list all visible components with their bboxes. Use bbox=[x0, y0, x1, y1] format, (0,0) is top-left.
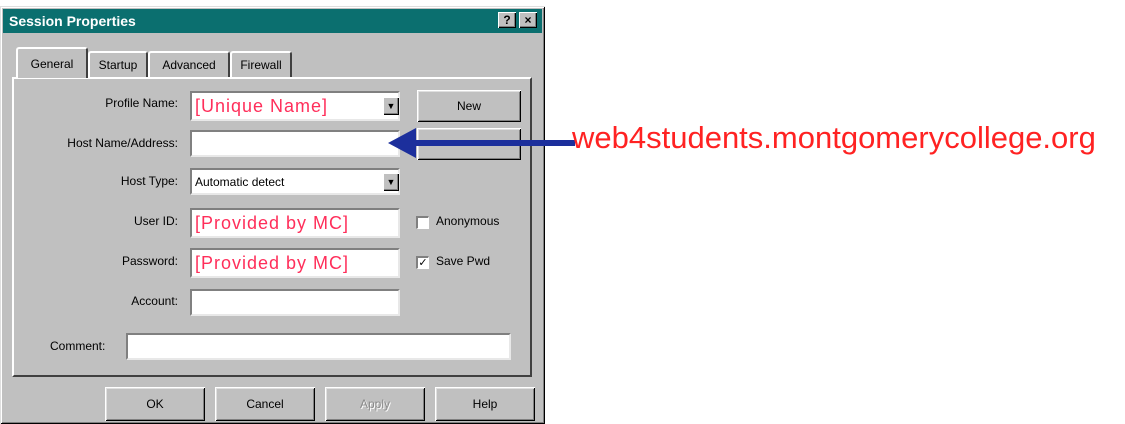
cancel-button[interactable]: Cancel bbox=[215, 387, 315, 421]
profile-name-value: [Unique Name] bbox=[195, 95, 329, 116]
session-properties-dialog: Session Properties ? × General Startup A… bbox=[0, 6, 545, 424]
annotation-hostname-text: web4students.montgomerycollege.org bbox=[572, 120, 1096, 155]
user-id-label: User ID: bbox=[133, 214, 178, 228]
window-title: Session Properties bbox=[9, 13, 136, 29]
ok-button[interactable]: OK bbox=[105, 387, 205, 421]
save-pwd-label: Save Pwd bbox=[436, 254, 491, 268]
account-label: Account: bbox=[131, 294, 178, 308]
profile-name-combo[interactable]: [Unique Name] bbox=[190, 91, 400, 121]
tab-firewall[interactable]: Firewall bbox=[230, 51, 292, 77]
host-type-value: Automatic detect bbox=[195, 174, 285, 189]
tab-general[interactable]: General bbox=[16, 47, 88, 78]
anonymous-checkbox[interactable] bbox=[416, 216, 429, 229]
password-label: Password: bbox=[121, 254, 178, 268]
save-pwd-checkbox[interactable]: ✓ bbox=[416, 256, 429, 269]
close-icon[interactable]: × bbox=[519, 12, 537, 28]
tab-advanced[interactable]: Advanced bbox=[148, 51, 230, 77]
account-input[interactable] bbox=[190, 289, 400, 316]
help-button[interactable]: Help bbox=[435, 387, 535, 421]
comment-input[interactable] bbox=[126, 333, 511, 360]
help-icon[interactable]: ? bbox=[498, 12, 516, 28]
password-input[interactable]: [Provided by MC] bbox=[190, 248, 400, 278]
tab-startup[interactable]: Startup bbox=[88, 51, 148, 77]
host-name-input[interactable] bbox=[190, 130, 400, 157]
chevron-down-icon[interactable]: ▼ bbox=[383, 173, 399, 191]
host-name-label: Host Name/Address: bbox=[67, 136, 178, 150]
anonymous-label: Anonymous bbox=[436, 214, 500, 228]
profile-name-label: Profile Name: bbox=[105, 96, 178, 110]
annotation-arrow-icon bbox=[388, 128, 575, 158]
host-type-label: Host Type: bbox=[120, 174, 178, 188]
user-id-input[interactable]: [Provided by MC] bbox=[190, 208, 400, 238]
comment-label: Comment: bbox=[50, 339, 106, 353]
apply-button[interactable]: Apply bbox=[325, 387, 425, 421]
chevron-down-icon[interactable]: ▼ bbox=[383, 97, 399, 115]
title-bar[interactable]: Session Properties ? × bbox=[3, 9, 542, 33]
host-type-select[interactable]: Automatic detect bbox=[190, 168, 400, 195]
